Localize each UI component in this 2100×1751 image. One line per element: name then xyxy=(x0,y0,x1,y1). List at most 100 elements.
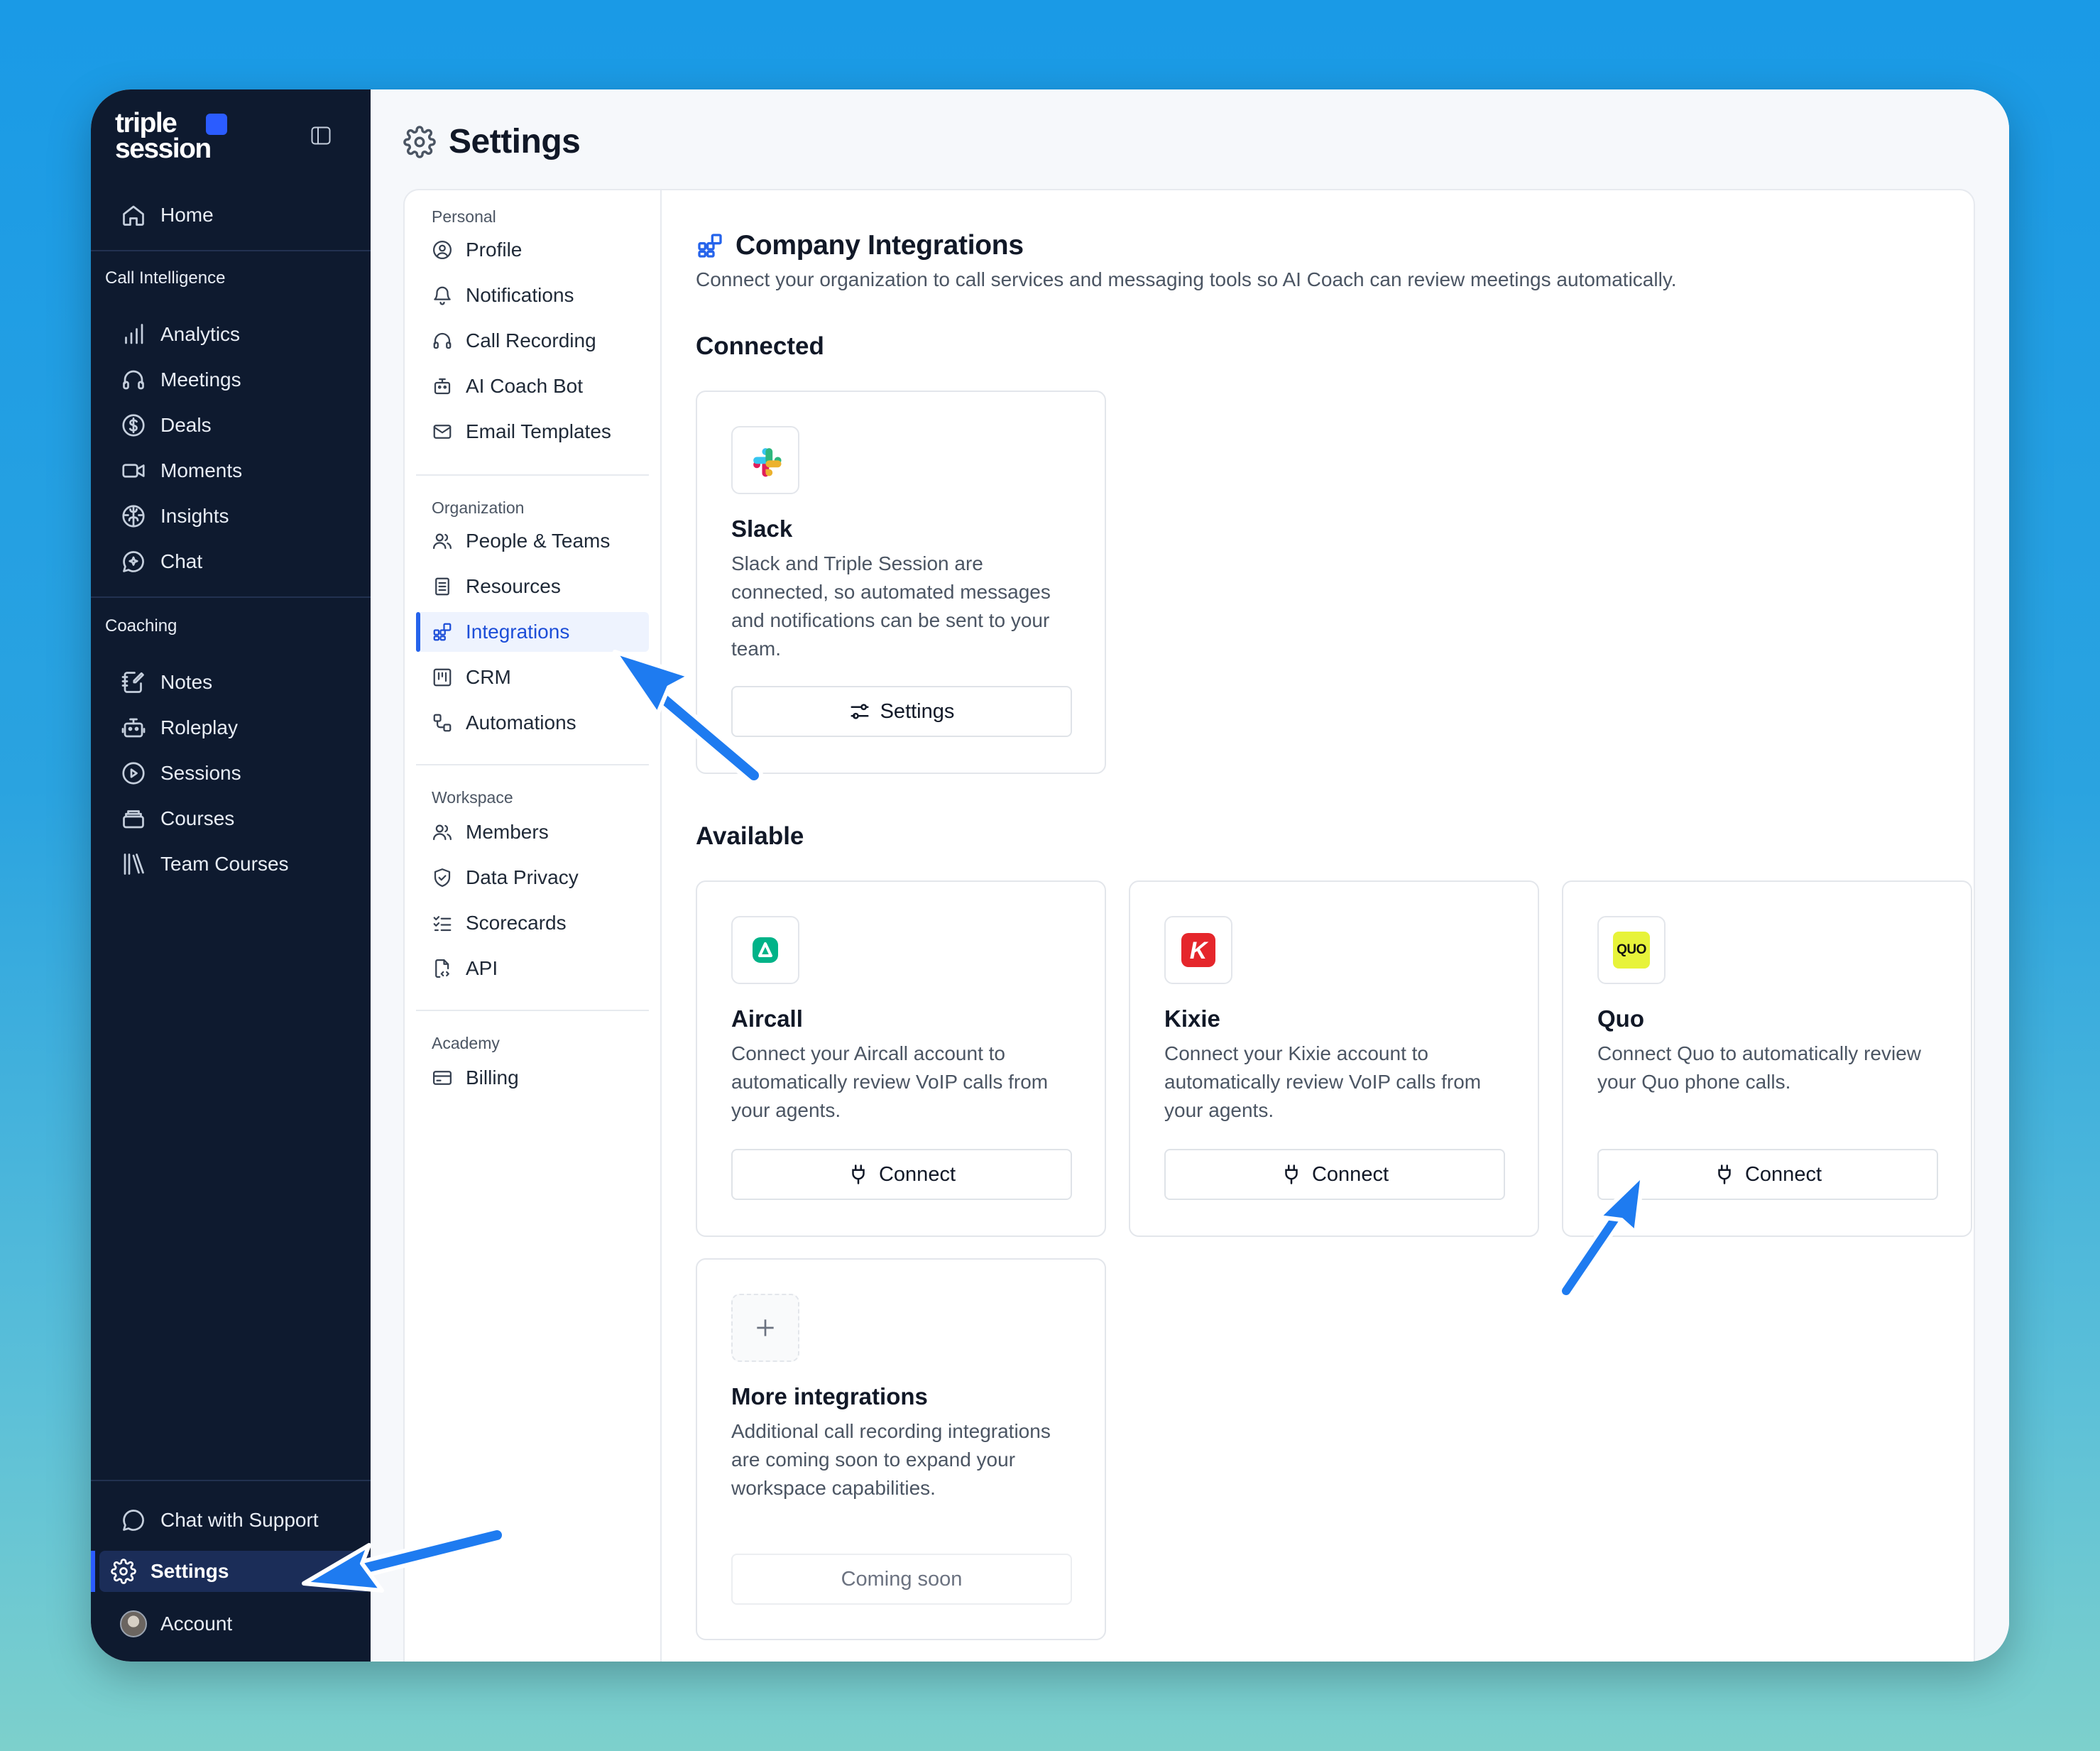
settings-nav-label: People & Teams xyxy=(466,530,611,552)
bell-icon xyxy=(432,285,457,306)
settings-nav-people-teams[interactable]: People & Teams xyxy=(416,521,649,561)
sidebar-item-home[interactable]: Home xyxy=(109,195,358,236)
sidebar-item-label: Notes xyxy=(160,671,213,693)
aircall-connect-button[interactable]: Connect xyxy=(731,1149,1072,1200)
sidebar-item-settings[interactable]: Settings xyxy=(91,1551,371,1592)
plug-icon xyxy=(1285,1164,1298,1184)
sidebar-divider xyxy=(91,1480,371,1481)
brand-mark xyxy=(206,114,227,135)
sidebar-divider xyxy=(91,596,371,598)
settings-nav-label: Profile xyxy=(466,239,523,261)
bar-chart-icon xyxy=(119,320,148,349)
integration-name: Quo xyxy=(1597,1005,1644,1032)
credit-card-icon xyxy=(432,1067,457,1089)
settings-nav-email-templates[interactable]: Email Templates xyxy=(416,412,649,452)
settings-nav-profile[interactable]: Profile xyxy=(416,230,649,270)
sidebar-item-label: Courses xyxy=(160,807,235,829)
slack-settings-button[interactable]: Settings xyxy=(731,686,1072,737)
sidebar-item-label: Roleplay xyxy=(160,716,238,738)
sidebar-collapse-icon[interactable] xyxy=(311,126,331,145)
kixie-connect-button[interactable]: Connect xyxy=(1164,1149,1505,1200)
button-label: Coming soon xyxy=(841,1567,963,1591)
page-title: Settings xyxy=(449,123,581,160)
settings-nav-call-recording[interactable]: Call Recording xyxy=(416,321,649,361)
settings-content: Personal Profile Notifications Call Reco… xyxy=(403,189,1975,1662)
kixie-logo-icon: K xyxy=(1164,916,1232,984)
library-icon xyxy=(119,850,148,878)
settings-nav-data-privacy[interactable]: Data Privacy xyxy=(416,858,649,898)
app-window: triple session Home Call Intelligence An… xyxy=(91,89,2009,1662)
sidebar-item-insights[interactable]: Insights xyxy=(109,496,358,537)
brain-icon xyxy=(119,502,148,530)
sidebar-item-label: Home xyxy=(160,204,214,226)
settings-nav-label: Integrations xyxy=(466,621,570,643)
plus-icon xyxy=(731,1294,799,1362)
settings-nav-automations[interactable]: Automations xyxy=(416,703,649,743)
settings-nav-api[interactable]: API xyxy=(416,949,649,988)
settings-nav-scorecards[interactable]: Scorecards xyxy=(416,903,649,943)
settings-nav-divider xyxy=(416,764,649,765)
coming-soon-button[interactable]: Coming soon xyxy=(731,1554,1072,1605)
integration-card-kixie: K Kixie Connect your Kixie account to au… xyxy=(1129,880,1539,1237)
avatar xyxy=(119,1610,148,1638)
sidebar-item-sessions[interactable]: Sessions xyxy=(109,753,358,794)
active-indicator xyxy=(416,612,420,652)
panel-header: Company Integrations xyxy=(696,230,1024,261)
message-circle-icon xyxy=(119,1506,148,1534)
sidebar-item-account[interactable]: Account xyxy=(109,1603,358,1644)
users-icon xyxy=(432,530,457,552)
sidebar-item-label: Sessions xyxy=(160,762,241,784)
sidebar-item-chat[interactable]: Chat xyxy=(109,541,358,582)
sidebar-item-label: Deals xyxy=(160,414,212,436)
settings-nav-resources[interactable]: Resources xyxy=(416,567,649,606)
notebook-pen-icon xyxy=(119,668,148,697)
integration-card-aircall: Aircall Connect your Aircall account to … xyxy=(696,880,1106,1237)
integrations-panel: Company Integrations Connect your organi… xyxy=(662,190,1974,1662)
settings-nav-integrations[interactable]: Integrations xyxy=(416,612,649,652)
sidebar-item-label: Settings xyxy=(151,1560,229,1582)
settings-nav-members[interactable]: Members xyxy=(416,812,649,852)
sidebar-item-deals[interactable]: Deals xyxy=(109,405,358,446)
settings-nav-divider xyxy=(416,1010,649,1011)
brand-logo[interactable]: triple session xyxy=(115,109,328,168)
sidebar-item-label: Team Courses xyxy=(160,853,289,875)
quo-connect-button[interactable]: Connect xyxy=(1597,1149,1938,1200)
settings-nav-label: Data Privacy xyxy=(466,866,579,888)
settings-nav-ai-coach-bot[interactable]: AI Coach Bot xyxy=(416,366,649,406)
sidebar-item-moments[interactable]: Moments xyxy=(109,450,358,491)
section-available: Available xyxy=(696,822,804,850)
bot-icon xyxy=(119,714,148,742)
sidebar-item-notes[interactable]: Notes xyxy=(109,662,358,703)
integration-name: Slack xyxy=(731,516,793,542)
sidebar-item-label: Chat with Support xyxy=(160,1509,319,1531)
plug-icon xyxy=(1718,1164,1731,1184)
sidebar-item-courses[interactable]: Courses xyxy=(109,798,358,839)
sidebar-divider xyxy=(91,250,371,251)
settings-nav-crm[interactable]: CRM xyxy=(416,658,649,697)
settings-nav-label: AI Coach Bot xyxy=(466,375,583,397)
sidebar-item-team-courses[interactable]: Team Courses xyxy=(109,844,358,885)
settings-nav-label: Billing xyxy=(466,1067,519,1089)
sidebar-item-meetings[interactable]: Meetings xyxy=(109,359,358,400)
layers-icon xyxy=(119,804,148,833)
integration-name: More integrations xyxy=(731,1383,928,1409)
integration-name: Aircall xyxy=(731,1005,803,1032)
settings-nav-notifications[interactable]: Notifications xyxy=(416,276,649,315)
sidebar-item-chat-with-support[interactable]: Chat with Support xyxy=(109,1500,358,1541)
sidebar-item-label: Moments xyxy=(160,459,243,481)
dollar-circle-icon xyxy=(119,411,148,440)
grid-plus-icon xyxy=(698,234,722,258)
sidebar-item-roleplay[interactable]: Roleplay xyxy=(109,707,358,748)
sidebar-item-label: Insights xyxy=(160,505,229,527)
integration-description: Connect your Kixie account to automatica… xyxy=(1164,1042,1482,1121)
sidebar-item-analytics[interactable]: Analytics xyxy=(109,314,358,355)
grid-plus-icon xyxy=(432,621,457,643)
settings-nav-label: API xyxy=(466,957,498,979)
settings-nav-billing[interactable]: Billing xyxy=(416,1058,649,1098)
workflow-icon xyxy=(432,712,457,733)
settings-nav-label: Members xyxy=(466,821,549,843)
headset-icon xyxy=(119,366,148,394)
settings-nav-label: Scorecards xyxy=(466,912,567,934)
integration-description: Connect your Aircall account to automati… xyxy=(731,1042,1049,1121)
user-circle-icon xyxy=(432,239,457,261)
